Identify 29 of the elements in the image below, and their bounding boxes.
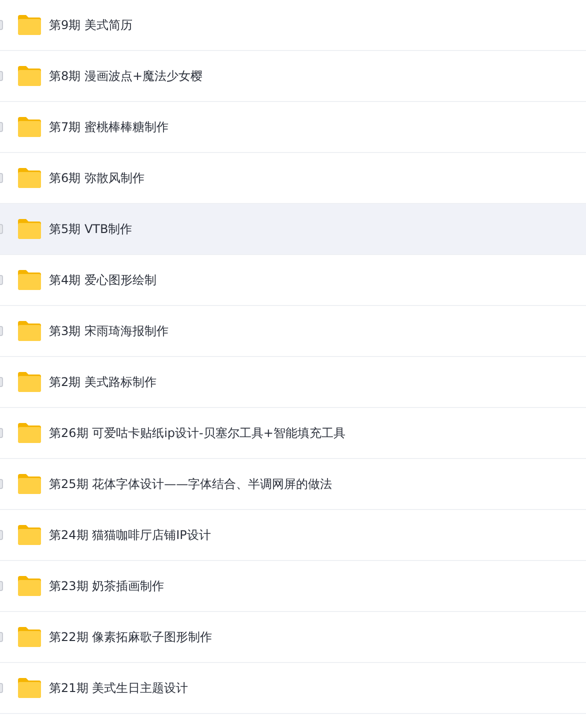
folder-name: 第26期 可爱咕卡贴纸ip设计-贝塞尔工具+智能填充工具 (49, 424, 346, 442)
folder-icon (17, 167, 42, 189)
folder-icon (17, 473, 42, 495)
folder-name: 第5期 VTB制作 (49, 220, 132, 238)
folder-name: 第8期 漫画波点+魔法少女樱 (49, 68, 203, 84)
folder-name: 第22期 像素拓麻歌子图形制作 (49, 628, 212, 646)
folder-name: 第25期 花体字体设计——字体结合、半调网屏的做法 (49, 476, 332, 492)
folder-name: 第6期 弥散风制作 (49, 170, 144, 186)
folder-name: 第24期 猫猫咖啡厅店铺IP设计 (49, 526, 211, 544)
folder-icon (17, 14, 42, 36)
folder-name: 第4期 爱心图形绘制 (49, 272, 156, 288)
folder-name: 第9期 美式简历 (49, 16, 132, 34)
folder-name: 第2期 美式路标制作 (49, 374, 156, 390)
folder-icon (17, 575, 42, 597)
folder-icon (17, 116, 42, 138)
folder-icon (17, 524, 42, 546)
folder-icon (17, 626, 42, 648)
folder-icon (17, 677, 42, 699)
folder-row[interactable]: 第5期 VTB制作 (0, 204, 586, 255)
folder-name: 第3期 宋雨琦海报制作 (49, 322, 168, 340)
folder-name: 第7期 蜜桃棒棒糖制作 (49, 118, 168, 136)
folder-icon (17, 269, 42, 291)
folder-icon (17, 320, 42, 342)
folder-icon (17, 422, 42, 444)
folder-name: 第23期 奶茶插画制作 (49, 578, 164, 594)
folder-icon (17, 65, 42, 87)
folder-icon (17, 218, 42, 240)
folder-icon (17, 371, 42, 393)
folder-name: 第21期 美式生日主题设计 (49, 680, 188, 696)
